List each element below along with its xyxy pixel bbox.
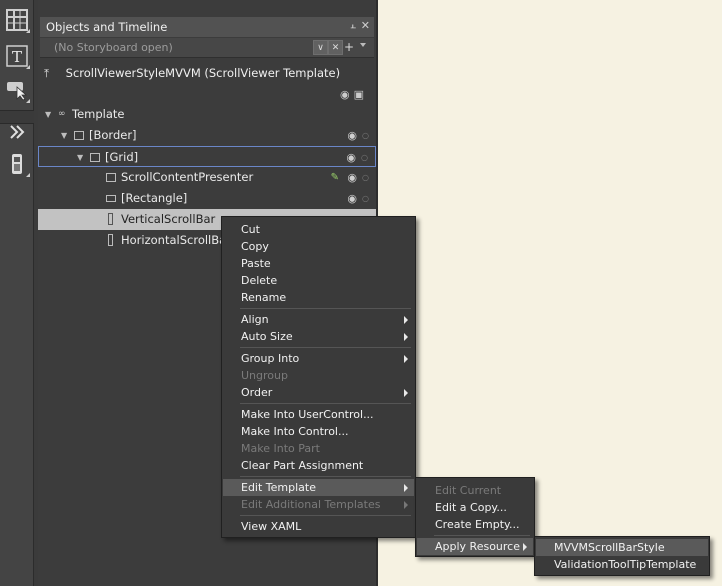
menu-item-ungroup: Ungroup xyxy=(241,369,288,382)
close-storyboard-icon[interactable]: ✕ xyxy=(328,40,343,55)
menu-item-make-into-control[interactable]: Make Into Control... xyxy=(223,423,414,440)
menu-item-edit-a-copy[interactable]: Edit a Copy... xyxy=(417,499,533,516)
scope-title: ScrollViewerStyleMVVM (ScrollViewer Temp… xyxy=(65,66,341,80)
menu-item-edit-template[interactable]: Edit Template xyxy=(223,479,414,496)
template-icon: ∞ xyxy=(58,109,66,119)
tools-panel: T xyxy=(0,0,34,586)
submenu-arrow-icon xyxy=(404,389,408,397)
pointer-tool-icon[interactable] xyxy=(3,76,31,104)
menu-item-clear-part-assignment[interactable]: Clear Part Assignment xyxy=(223,457,414,474)
assets-tool-icon[interactable] xyxy=(3,150,31,178)
lock-icon[interactable]: ○ xyxy=(361,147,368,168)
menu-item-validationtooltiptemplate[interactable]: ValidationToolTipTemplate xyxy=(536,556,708,573)
storyboard-bar[interactable]: (No Storyboard open) ∨ ✕ + xyxy=(40,38,374,58)
eye-icon[interactable]: ◉ xyxy=(347,188,357,209)
menu-separator xyxy=(240,308,411,309)
menu-item-mvvmscrollbarstyle[interactable]: MVVMScrollBarStyle xyxy=(536,539,708,556)
new-storyboard-icon[interactable]: + xyxy=(344,40,354,54)
apply-resource-submenu: MVVMScrollBarStyle ValidationToolTipTemp… xyxy=(534,536,710,576)
rectangle-icon xyxy=(106,195,116,202)
tree-item-label: ScrollContentPresenter xyxy=(121,170,254,184)
eye-icon[interactable]: ◉ xyxy=(347,167,357,188)
storyboard-dropdown-icon[interactable]: ∨ xyxy=(313,40,328,55)
menu-item-edit-additional-templates: Edit Additional Templates xyxy=(223,496,414,513)
menu-item-order[interactable]: Order xyxy=(223,384,414,401)
storyboard-selector[interactable]: (No Storyboard open) xyxy=(54,41,173,54)
eye-icon[interactable]: ◉ xyxy=(347,125,357,146)
tree-item-label: [Border] xyxy=(89,128,137,142)
panel-title: Objects and Timeline xyxy=(46,20,168,34)
tree-item-border[interactable]: ▼ [Border] ◉ ○ xyxy=(38,125,376,146)
tree-item-label: Template xyxy=(72,107,125,121)
menu-item-view-xaml[interactable]: View XAML xyxy=(223,518,414,535)
scope-header[interactable]: ⤒ ScrollViewerStyleMVVM (ScrollViewer Te… xyxy=(44,66,340,81)
pin-icon[interactable]: ⫠ xyxy=(350,20,356,31)
context-menu: Cut Copy Paste Delete Rename Align Auto … xyxy=(221,216,416,538)
menu-item-paste[interactable]: Paste xyxy=(223,255,414,272)
menu-separator xyxy=(240,476,411,477)
menu-item-make-into-part: Make Into Part xyxy=(241,442,320,455)
eye-icon[interactable]: ◉ xyxy=(340,88,354,101)
submenu-arrow-icon xyxy=(404,316,408,324)
expander-icon[interactable]: ▼ xyxy=(61,125,67,146)
menu-item-make-into-usercontrol[interactable]: Make Into UserControl... xyxy=(223,406,414,423)
tree-item-scrollcontentpresenter[interactable]: ScrollContentPresenter ✎ ◉ ○ xyxy=(38,167,376,188)
lock-icon[interactable]: ○ xyxy=(362,125,369,146)
menu-item-group-into[interactable]: Group Into xyxy=(223,350,414,367)
tree-item-label: [Rectangle] xyxy=(121,191,188,205)
menu-item-copy[interactable]: Copy xyxy=(223,238,414,255)
menu-separator xyxy=(240,515,411,516)
submenu-arrow-icon xyxy=(404,333,408,341)
panel-header: Objects and Timeline ⫠ ✕ xyxy=(40,17,374,37)
expander-icon[interactable]: ▼ xyxy=(45,104,51,125)
menu-separator xyxy=(240,347,411,348)
edit-template-submenu: Edit Current Edit a Copy... Create Empty… xyxy=(415,477,535,557)
return-scope-icon[interactable]: ⤒ xyxy=(44,66,56,81)
menu-item-cut[interactable]: Cut xyxy=(223,221,414,238)
visibility-lock-header: ◉▣ xyxy=(340,88,368,101)
menu-item-create-empty[interactable]: Create Empty... xyxy=(417,516,533,533)
tree-item-grid[interactable]: ▼ [Grid] ◉ ○ xyxy=(38,146,376,167)
presenter-icon xyxy=(106,173,116,182)
menu-item-rename[interactable]: Rename xyxy=(223,289,414,306)
svg-text:T: T xyxy=(12,48,22,66)
menu-item-delete[interactable]: Delete xyxy=(223,272,414,289)
expander-icon[interactable]: ▼ xyxy=(77,147,83,168)
submenu-arrow-icon xyxy=(404,355,408,363)
tree-item-label: VerticalScrollBar xyxy=(121,212,216,226)
menu-item-align[interactable]: Align xyxy=(223,311,414,328)
lock-icon[interactable]: ○ xyxy=(362,188,369,209)
submenu-arrow-icon xyxy=(404,501,408,509)
border-icon xyxy=(74,131,84,140)
expand-panel-icon[interactable] xyxy=(3,118,31,146)
scrollbar-icon xyxy=(108,213,113,225)
tree-item-label: [Grid] xyxy=(105,150,139,164)
chevron-down-icon[interactable] xyxy=(360,43,366,47)
lock-icon[interactable]: ○ xyxy=(362,167,369,188)
scrollbar-icon xyxy=(108,234,113,246)
menu-separator xyxy=(240,403,411,404)
grid-icon xyxy=(90,153,100,162)
menu-item-edit-current: Edit Current xyxy=(435,484,502,497)
menu-item-apply-resource[interactable]: Apply Resource xyxy=(417,538,533,555)
grid-tool-icon[interactable] xyxy=(3,6,31,34)
menu-separator xyxy=(434,535,530,536)
submenu-arrow-icon xyxy=(523,543,527,551)
close-icon[interactable]: ✕ xyxy=(361,19,370,32)
submenu-arrow-icon xyxy=(404,484,408,492)
text-tool-icon[interactable]: T xyxy=(3,42,31,70)
bound-icon: ✎ xyxy=(330,172,339,183)
tree-item-rectangle[interactable]: [Rectangle] ◉ ○ xyxy=(38,188,376,209)
menu-item-auto-size[interactable]: Auto Size xyxy=(223,328,414,345)
tree-item-label: HorizontalScrollBar xyxy=(121,233,231,247)
eye-icon[interactable]: ◉ xyxy=(346,147,356,168)
lock-icon[interactable]: ▣ xyxy=(354,88,368,101)
tree-item-template[interactable]: ▼ ∞ Template xyxy=(38,104,376,125)
